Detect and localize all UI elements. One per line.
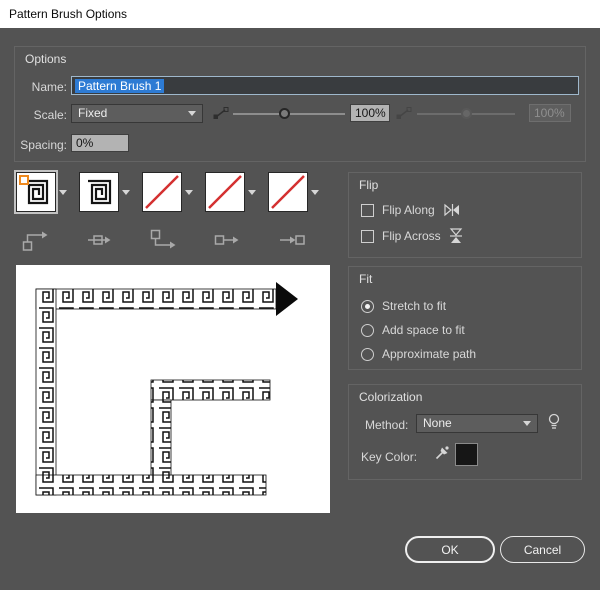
chevron-down-icon[interactable]	[248, 189, 256, 195]
key-color-label: Key Color:	[361, 450, 418, 464]
flip-across-checkbox[interactable]	[361, 229, 374, 243]
chevron-down-icon[interactable]	[311, 189, 319, 195]
start-tile-button[interactable]	[205, 172, 256, 212]
fit-group: Fit Stretch to fit Add space to fit Appr…	[348, 266, 582, 370]
pattern-brush-options-window: Pattern Brush Options Options Name: Patt…	[0, 0, 600, 590]
scale-variation-slider	[417, 108, 515, 119]
ok-button-label: OK	[441, 542, 459, 557]
outer-corner-tile-button[interactable]	[14, 170, 67, 214]
add-space-to-fit-radio[interactable]	[361, 323, 374, 337]
chevron-down-icon[interactable]	[185, 189, 193, 195]
side-tile-button[interactable]	[79, 172, 130, 212]
eyedropper-icon[interactable]	[434, 445, 450, 461]
name-label: Name:	[31, 80, 67, 94]
flip-along-row: Flip Along	[361, 201, 461, 219]
scale-variation-value-field: 100%	[529, 104, 571, 122]
flip-along-checkbox[interactable]	[361, 203, 374, 217]
side-tile[interactable]	[79, 172, 119, 212]
colorization-method-value: None	[423, 416, 452, 430]
cancel-button[interactable]: Cancel	[500, 536, 585, 563]
stretch-to-fit-label: Stretch to fit	[382, 299, 447, 313]
selected-corner-marker-icon	[19, 175, 29, 185]
none-slash-icon	[271, 175, 305, 209]
fit-option-row: Approximate path	[361, 345, 476, 363]
outer-corner-position-icon	[22, 231, 48, 251]
path-end-arrow	[276, 282, 298, 316]
scale-slider[interactable]	[233, 108, 345, 119]
scale-variation-slider-handle	[461, 108, 472, 119]
inner-corner-tile[interactable]	[142, 172, 182, 212]
scale-dropdown-value: Fixed	[78, 106, 108, 120]
title-bar: Pattern Brush Options	[0, 0, 600, 28]
brush-name-value: Pattern Brush 1	[75, 78, 165, 93]
spiral-pattern-icon	[88, 179, 112, 205]
chevron-down-icon[interactable]	[122, 189, 130, 195]
ok-button[interactable]: OK	[405, 536, 495, 563]
outer-corner-tile[interactable]	[14, 170, 58, 214]
flip-along-label: Flip Along	[382, 203, 435, 217]
flip-along-icon	[444, 203, 459, 217]
colorization-group-title: Colorization	[359, 390, 423, 404]
options-group: Options Name: Pattern Brush 1 Scale: Fix…	[14, 46, 586, 162]
chevron-down-icon[interactable]	[59, 189, 67, 195]
tile-buttons-row	[14, 170, 319, 214]
scale-slider-handle[interactable]	[279, 108, 290, 119]
end-tile-button[interactable]	[268, 172, 319, 212]
brush-name-input[interactable]: Pattern Brush 1	[71, 76, 579, 95]
flip-group: Flip Flip Along Flip Across	[348, 172, 582, 258]
options-group-title: Options	[25, 52, 67, 66]
flip-group-title: Flip	[359, 178, 379, 192]
inner-corner-position-icon	[150, 229, 176, 249]
chevron-down-icon	[188, 111, 196, 116]
fit-option-row: Stretch to fit	[361, 297, 446, 315]
lightbulb-icon	[548, 413, 560, 429]
fit-group-title: Fit	[359, 272, 373, 286]
add-space-to-fit-label: Add space to fit	[382, 323, 465, 337]
colorization-method-dropdown[interactable]: None	[416, 414, 538, 433]
window-title: Pattern Brush Options	[9, 7, 128, 21]
approximate-path-label: Approximate path	[382, 347, 477, 361]
flip-across-label: Flip Across	[382, 229, 441, 243]
spacing-field[interactable]: 0%	[71, 134, 129, 152]
key-color-swatch[interactable]	[455, 443, 478, 466]
scale-dropdown[interactable]: Fixed	[71, 104, 203, 123]
stretch-to-fit-radio[interactable]	[361, 299, 374, 313]
side-position-icon	[88, 235, 111, 245]
brush-preview	[16, 265, 330, 513]
fit-option-row: Add space to fit	[361, 321, 465, 339]
none-slash-icon	[208, 175, 242, 209]
chevron-down-icon	[523, 421, 531, 426]
method-label: Method:	[365, 418, 409, 432]
tile-position-icons-row	[22, 229, 306, 251]
spacing-label: Spacing:	[20, 138, 67, 152]
scale-slider-icon	[213, 107, 229, 119]
inner-corner-tile-button[interactable]	[142, 172, 193, 212]
end-tile[interactable]	[268, 172, 308, 212]
greek-key-path-preview	[35, 282, 298, 496]
scale-label: Scale:	[33, 108, 67, 122]
none-slash-icon	[145, 175, 179, 209]
colorization-group: Colorization Method: None Key Color:	[348, 384, 582, 480]
scale-value-field[interactable]: 100%	[350, 104, 390, 122]
approximate-path-radio[interactable]	[361, 347, 374, 361]
scale-variation-slider-icon	[396, 107, 412, 119]
start-position-icon	[214, 235, 239, 245]
flip-across-row: Flip Across	[361, 227, 463, 245]
cancel-button-label: Cancel	[523, 542, 562, 557]
start-tile[interactable]	[205, 172, 245, 212]
end-position-icon	[280, 235, 305, 245]
flip-across-icon	[449, 228, 462, 243]
